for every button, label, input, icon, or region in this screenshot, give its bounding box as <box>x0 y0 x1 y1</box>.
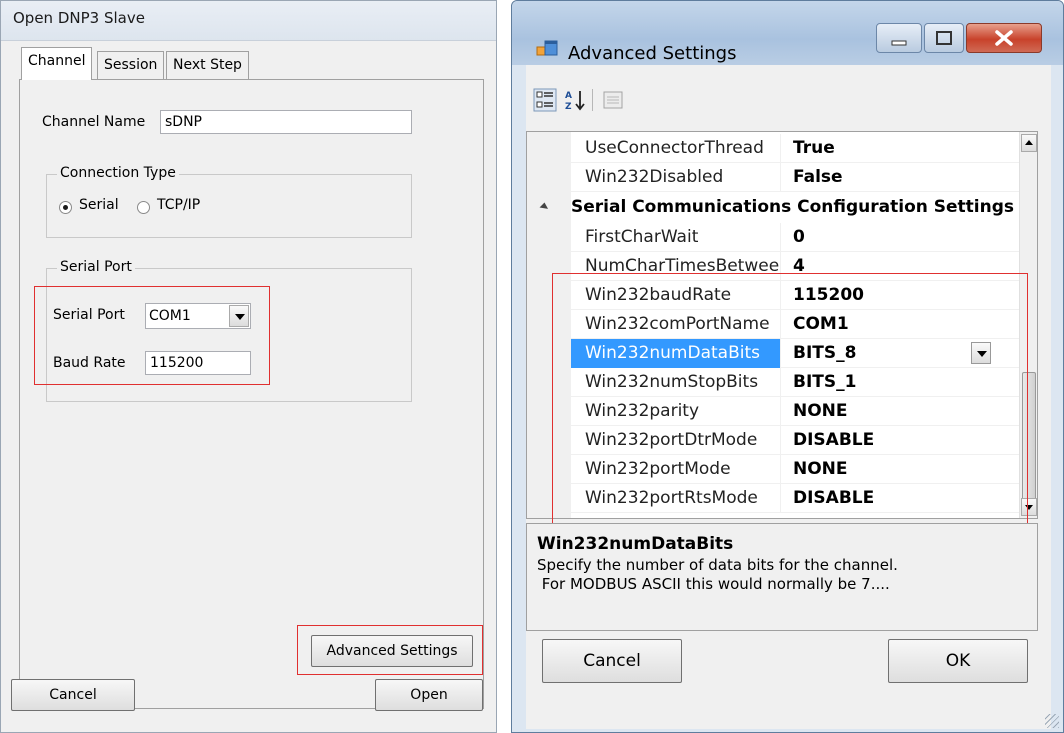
property-row[interactable]: UseConnectorThread True <box>571 134 1021 163</box>
advanced-settings-dialog: Advanced Settings A Z UseConnectorThread… <box>511 0 1064 733</box>
close-button[interactable] <box>966 23 1042 53</box>
radio-serial[interactable] <box>59 201 72 214</box>
property-name: Win232portDtrMode <box>571 426 781 455</box>
scroll-down-button[interactable] <box>1021 498 1037 516</box>
connection-type-group: Connection Type Serial TCP/IP <box>46 165 412 238</box>
baud-rate-input[interactable]: 115200 <box>145 351 251 375</box>
radio-tcpip-label: TCP/IP <box>157 197 201 213</box>
tab-next-step[interactable]: Next Step <box>166 51 249 79</box>
property-name: Win232parity <box>571 397 781 426</box>
ok-button[interactable]: OK <box>888 639 1028 683</box>
property-grid-margin <box>527 132 571 518</box>
collapse-triangle-icon[interactable] <box>539 202 550 213</box>
scrollbar-thumb[interactable] <box>1022 372 1036 500</box>
property-row[interactable]: Win232numStopBits BITS_1 <box>571 368 1021 397</box>
property-name: Win232numStopBits <box>571 368 781 397</box>
window-app-icon <box>536 40 558 56</box>
maximize-icon <box>936 31 952 45</box>
property-row[interactable]: Win232portRtsMode DISABLE <box>571 484 1021 513</box>
channel-tab-panel: Channel Name sDNP Connection Type Serial… <box>19 79 484 709</box>
property-value[interactable]: BITS_1 <box>785 368 1021 397</box>
help-description: Specify the number of data bits for the … <box>537 556 898 593</box>
serial-port-value: COM1 <box>149 308 191 324</box>
help-title: Win232numDataBits <box>537 534 734 554</box>
property-row[interactable]: FirstCharWait 0 <box>571 223 1021 252</box>
property-value[interactable]: 115200 <box>785 281 1021 310</box>
radio-serial-label: Serial <box>79 197 119 213</box>
scroll-up-button[interactable] <box>1021 134 1037 152</box>
property-name: Win232baudRate <box>571 281 781 310</box>
property-grid-toolbar: A Z <box>526 79 1038 123</box>
cancel-button[interactable]: Cancel <box>542 639 682 683</box>
cancel-button[interactable]: Cancel <box>11 679 135 711</box>
property-row[interactable]: Win232portMode NONE <box>571 455 1021 484</box>
property-name: UseConnectorThread <box>571 134 781 163</box>
connection-type-title: Connection Type <box>57 165 179 181</box>
property-name: Win232portMode <box>571 455 781 484</box>
minimize-button[interactable] <box>876 23 922 53</box>
dialog-title: Advanced Settings <box>568 43 737 64</box>
property-grid: UseConnectorThread True Win232Disabled F… <box>526 131 1038 519</box>
category-row[interactable]: Serial Communications Configuration Sett… <box>539 193 1021 222</box>
baud-rate-label: Baud Rate <box>53 355 126 371</box>
chevron-down-icon[interactable] <box>971 342 991 364</box>
property-value[interactable]: 4 <box>785 252 1021 281</box>
property-name: FirstCharWait <box>571 223 781 252</box>
channel-name-input[interactable]: sDNP <box>160 110 412 134</box>
property-name: NumCharTimesBetwee <box>571 252 781 281</box>
serial-port-label: Serial Port <box>53 307 125 323</box>
close-icon <box>995 30 1013 46</box>
toolbar-separator <box>592 89 593 111</box>
serial-port-select[interactable]: COM1 <box>145 303 251 329</box>
arrow-up-icon <box>1025 140 1033 145</box>
arrow-down-icon <box>1025 505 1033 510</box>
svg-text:Z: Z <box>565 102 572 112</box>
resize-grip[interactable] <box>1045 714 1059 728</box>
tab-channel[interactable]: Channel <box>21 47 93 80</box>
property-name: Win232portRtsMode <box>571 484 781 513</box>
property-name: Win232comPortName <box>571 310 781 339</box>
serial-port-title: Serial Port <box>57 259 135 275</box>
property-value[interactable]: NONE <box>785 455 1021 484</box>
maximize-button[interactable] <box>924 23 964 53</box>
property-row[interactable]: NumCharTimesBetwee 4 <box>571 252 1021 281</box>
property-value[interactable]: False <box>785 163 1021 192</box>
property-value[interactable]: NONE <box>785 397 1021 426</box>
property-name: Win232Disabled <box>571 163 781 192</box>
channel-name-label: Channel Name <box>42 114 146 130</box>
svg-text:A: A <box>565 91 572 101</box>
sort-alphabetical-icon[interactable]: A Z <box>562 87 588 113</box>
open-dnp3-slave-dialog: Open DNP3 Slave Channel Session Next Ste… <box>0 0 497 733</box>
property-row[interactable]: Win232portDtrMode DISABLE <box>571 426 1021 455</box>
serial-port-group: Serial Port Serial Port COM1 Baud Rate 1… <box>46 259 412 402</box>
property-row[interactable]: Win232parity NONE <box>571 397 1021 426</box>
categorized-icon[interactable] <box>532 87 558 113</box>
property-value[interactable]: True <box>785 134 1021 163</box>
minimize-icon <box>891 40 907 46</box>
property-row[interactable]: Win232comPortName COM1 <box>571 310 1021 339</box>
open-button[interactable]: Open <box>375 679 483 711</box>
property-value[interactable]: 0 <box>785 223 1021 252</box>
property-pages-icon[interactable] <box>600 87 626 113</box>
property-value[interactable]: COM1 <box>785 310 1021 339</box>
property-row[interactable]: Win232baudRate 115200 <box>571 281 1021 310</box>
dialog-title: Open DNP3 Slave <box>13 9 145 27</box>
advanced-settings-button[interactable]: Advanced Settings <box>311 635 473 667</box>
tab-session[interactable]: Session <box>97 51 165 79</box>
property-help-pane: Win232numDataBits Specify the number of … <box>526 523 1038 631</box>
property-value[interactable]: DISABLE <box>785 426 1021 455</box>
property-value[interactable]: DISABLE <box>785 484 1021 513</box>
chevron-down-icon[interactable] <box>229 305 249 327</box>
property-name: Win232numDataBits <box>571 339 781 368</box>
radio-tcpip[interactable] <box>137 201 150 214</box>
category-label: Serial Communications Configuration Sett… <box>571 197 1015 217</box>
property-row[interactable]: Win232Disabled False <box>571 163 1021 192</box>
vertical-scrollbar[interactable] <box>1019 132 1037 518</box>
property-row-selected[interactable]: Win232numDataBits BITS_8 <box>571 339 1021 368</box>
